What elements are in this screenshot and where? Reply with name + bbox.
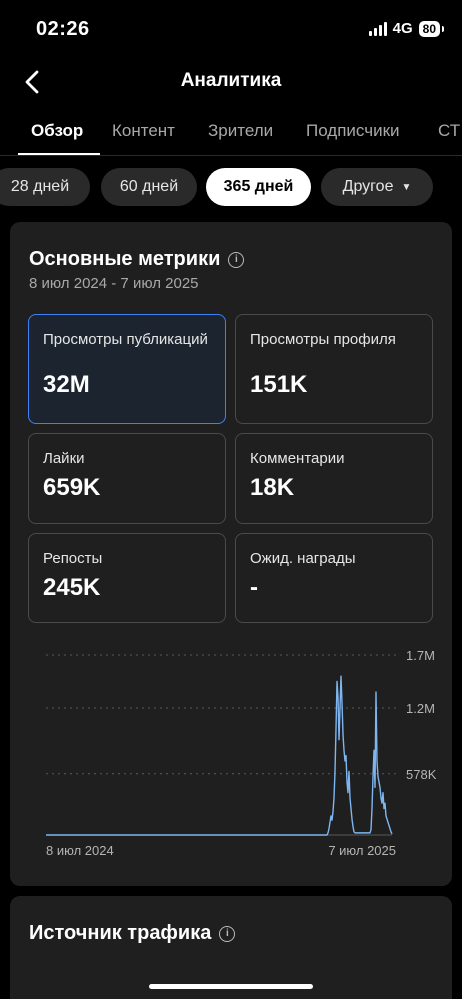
metric-label: Комментарии [250,450,345,467]
tab-viewers[interactable]: Зрители [208,121,273,141]
card-title: Основные метрики i [29,248,245,271]
metric-value: 18K [250,474,295,501]
card-title: Источник трафика i [29,922,236,945]
chip-label: 60 дней [119,178,179,195]
metric-value: 151K [250,371,308,398]
chip-label: 28 дней [10,178,70,195]
metric-post-views[interactable]: Просмотры публикаций 32M [28,314,226,424]
network-type: 4G [392,20,413,37]
metric-label: Просмотры профиля [250,331,396,348]
period-other-dropdown[interactable]: Другое ▼ [321,168,433,206]
views-line-chart[interactable]: 1.7M 1.2M 578K 8 июл 2024 7 июл 2025 [34,642,444,882]
x-start-label: 8 июл 2024 [46,843,114,858]
tab-bar: Обзор Контент Зрители Подписчики СТ [0,112,462,156]
y-tick-label: 1.2M [406,701,435,716]
metric-comments[interactable]: Комментарии 18K [235,433,433,524]
chip-label: 365 дней [223,178,294,195]
date-range: 8 июл 2024 - 7 июл 2025 [29,275,199,292]
y-tick-label: 578K [406,767,437,782]
period-365-days[interactable]: 365 дней [206,168,311,206]
info-icon[interactable]: i [219,925,236,942]
app-header: Аналитика [0,60,462,104]
status-bar: 02:26 4G 80 [0,0,462,58]
metric-profile-views[interactable]: Просмотры профиля 151K [235,314,433,424]
metric-value: 659K [43,474,101,501]
metric-label: Просмотры публикаций [43,331,208,348]
metric-value: - [250,574,258,601]
tab-followers[interactable]: Подписчики [306,121,400,141]
key-metrics-title: Основные метрики [29,248,221,270]
series-line [46,675,393,836]
key-metrics-card: Основные метрики i 8 июл 2024 - 7 июл 20… [10,222,452,886]
battery-icon: 80 [418,20,445,37]
home-indicator [149,984,313,989]
status-indicators: 4G 80 [368,20,445,37]
traffic-source-title: Источник трафика [29,922,212,944]
cellular-signal-icon [368,21,387,36]
metric-label: Лайки [43,450,85,467]
metric-value: 245K [43,574,101,601]
period-28-days[interactable]: 28 дней [0,168,90,206]
tab-more[interactable]: СТ [438,121,460,141]
metric-label: Репосты [43,550,103,567]
page-title: Аналитика [180,70,282,91]
metric-reposts[interactable]: Репосты 245K [28,533,226,623]
period-60-days[interactable]: 60 дней [101,168,197,206]
active-tab-indicator [18,153,100,155]
x-end-label: 7 июл 2025 [328,843,396,858]
tab-content[interactable]: Контент [112,121,175,141]
info-icon[interactable]: i [228,251,245,268]
metric-label: Ожид. награды [250,550,356,567]
metric-value: 32M [43,371,90,398]
period-selector: 28 дней 60 дней 365 дней Другое ▼ [0,168,462,210]
status-time: 02:26 [36,18,90,40]
y-tick-label: 1.7M [406,648,435,663]
tab-overview[interactable]: Обзор [31,121,83,141]
chip-label: Другое [342,178,394,195]
metric-expected-rewards[interactable]: Ожид. награды - [235,533,433,623]
metric-likes[interactable]: Лайки 659K [28,433,226,524]
caret-down-icon: ▼ [401,181,412,193]
